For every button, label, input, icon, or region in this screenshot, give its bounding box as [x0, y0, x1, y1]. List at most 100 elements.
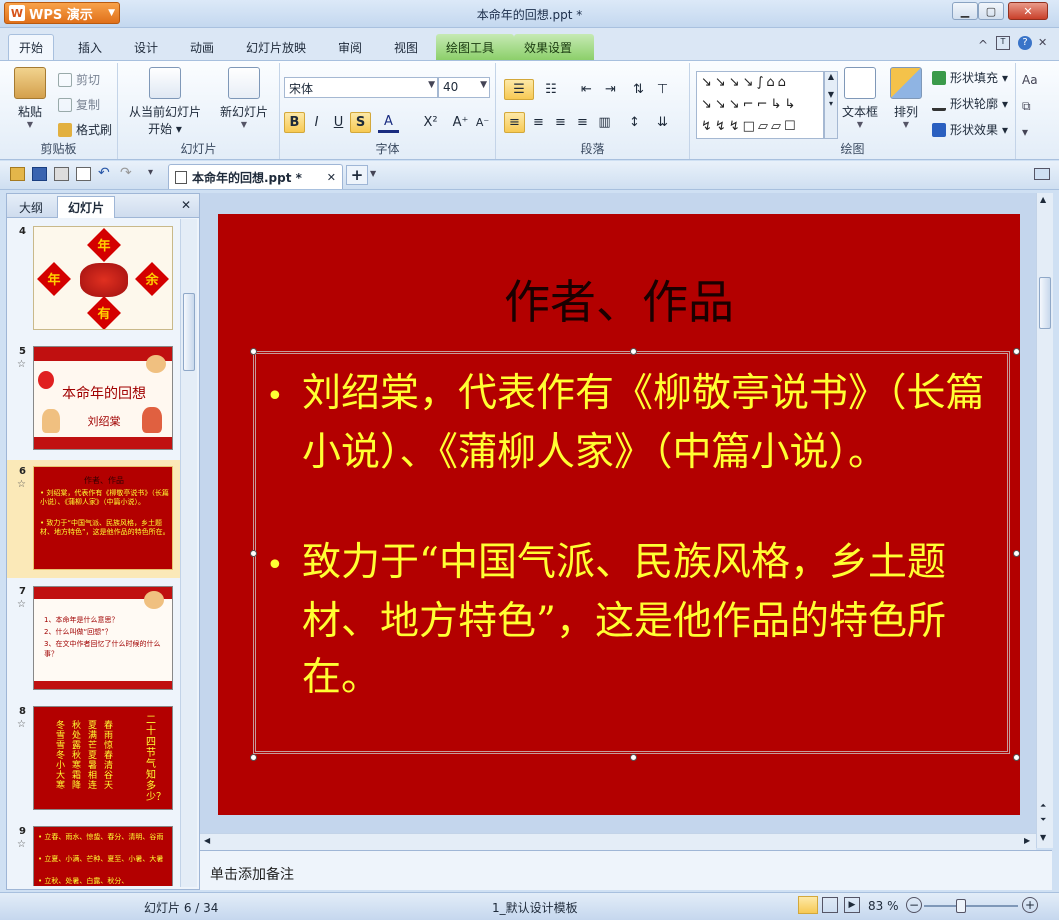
scroll-up-icon[interactable]: ▲ — [1040, 195, 1046, 204]
more-ribbon-icon[interactable]: Aa ⧉ ▾ — [1022, 67, 1038, 145]
vertical-scroll-thumb[interactable] — [1039, 277, 1051, 329]
horizontal-scrollbar[interactable]: ◀ ▶ — [200, 833, 1036, 850]
grow-font-button[interactable]: A⁺ — [450, 112, 471, 133]
resize-handle[interactable] — [250, 348, 257, 355]
slide-thumb[interactable]: 9 ☆ • 立春、雨水、惊蛰、春分、清明、谷雨 • 立夏、小满、芒种、夏至、小暑… — [7, 820, 183, 886]
tab-insert[interactable]: 插入 — [68, 34, 112, 60]
vertical-scrollbar[interactable]: ▲ ⏶ ⏷ ▼ — [1036, 193, 1053, 848]
resize-handle[interactable] — [630, 348, 637, 355]
decrease-indent-button[interactable]: ⇤ — [576, 79, 597, 100]
tab-slides[interactable]: 幻灯片 — [57, 196, 116, 218]
layout-toggle-icon[interactable] — [1034, 168, 1050, 180]
italic-button[interactable]: I — [306, 112, 327, 133]
shrink-font-button[interactable]: A⁻ — [472, 112, 493, 133]
cut-button[interactable]: 剪切 — [58, 71, 100, 88]
customize-quickbar-icon[interactable]: ▾ — [148, 167, 153, 178]
format-painter-button[interactable]: 格式刷 — [58, 121, 112, 138]
distribute-button[interactable]: ▥ — [594, 112, 615, 133]
slide-thumb[interactable]: 5 ☆ 本命年的回想 刘绍棠 — [7, 340, 183, 458]
next-slide-icon[interactable]: ⏷ — [1040, 815, 1046, 825]
slide-title[interactable]: 作者、作品 — [218, 266, 1020, 332]
tab-review[interactable]: 审阅 — [328, 34, 372, 60]
line-spacing-button[interactable]: ↕ — [624, 112, 645, 133]
new-slide-button[interactable]: 新幻灯片 ▼ — [216, 67, 272, 129]
resize-handle[interactable] — [1013, 754, 1020, 761]
align-left-button[interactable]: ≡ — [504, 112, 525, 133]
numbered-list-button[interactable]: ☷ — [538, 79, 564, 100]
align-right-button[interactable]: ≡ — [550, 112, 571, 133]
paste-button[interactable]: 粘贴 ▼ — [10, 67, 50, 129]
shadow-button[interactable]: S — [350, 112, 371, 133]
zoom-slider[interactable] — [924, 905, 1018, 907]
scroll-left-icon[interactable]: ◀ — [204, 836, 210, 845]
scroll-down-icon[interactable]: ▼ — [1040, 833, 1046, 842]
align-center-button[interactable]: ≡ — [528, 112, 549, 133]
skin-icon[interactable]: T — [996, 36, 1010, 50]
close-tab-icon[interactable]: ✕ — [327, 171, 336, 184]
font-name-combo[interactable]: 宋体 ▼ — [284, 77, 438, 98]
align-text-button[interactable]: ⊤ — [652, 79, 673, 100]
tab-home[interactable]: 开始 — [8, 34, 55, 60]
shape-fill-button[interactable]: 形状填充 ▾ — [932, 69, 1008, 86]
resize-handle[interactable] — [250, 754, 257, 761]
superscript-button[interactable]: X² — [420, 112, 441, 133]
resize-handle[interactable] — [630, 754, 637, 761]
tab-outline[interactable]: 大纲 — [9, 196, 53, 218]
open-icon[interactable] — [10, 167, 25, 181]
underline-button[interactable]: U — [328, 112, 349, 133]
paragraph-spacing-button[interactable]: ⇊ — [652, 112, 673, 133]
shapes-gallery-scroll[interactable]: ▲ ▼ ▾ — [824, 71, 838, 139]
save-icon[interactable] — [32, 167, 47, 181]
shapes-gallery[interactable]: ↘↘↘↘∫⌂⌂ ↘↘↘⌐⌐↳↳ ↯↯↯□▱▱☐ — [696, 71, 824, 139]
slide-thumb[interactable]: 7 ☆ 1、本命年是什么意思？ 2、什么叫做“回想”？ 3、在文中作者回忆了什么… — [7, 580, 183, 698]
tab-list-icon[interactable]: ▼ — [370, 169, 376, 178]
zoom-slider-thumb[interactable] — [956, 899, 966, 913]
tab-animation[interactable]: 动画 — [180, 34, 224, 60]
notes-pane[interactable]: 单击添加备注 — [200, 850, 1052, 890]
tab-effect-settings[interactable]: 效果设置 — [514, 34, 594, 60]
resize-handle[interactable] — [1013, 550, 1020, 557]
increase-indent-button[interactable]: ⇥ — [600, 79, 621, 100]
slide-sorter-icon[interactable] — [822, 897, 838, 913]
justify-button[interactable]: ≡ — [572, 112, 593, 133]
textbox-button[interactable]: 文本框 ▼ — [840, 67, 880, 129]
scroll-right-icon[interactable]: ▶ — [1024, 836, 1030, 845]
maximize-button[interactable]: ▢ — [978, 2, 1004, 20]
close-button[interactable]: ✕ — [1008, 2, 1048, 20]
prev-slide-icon[interactable]: ⏶ — [1040, 801, 1046, 811]
bold-button[interactable]: B — [284, 112, 305, 133]
slide-thumb[interactable]: 8 ☆ 冬雪雪冬小大寒 秋处露秋寒霜降 夏满芒夏暑相连 春雨惊春清谷天 二十四节… — [7, 700, 183, 818]
panel-scrollbar[interactable] — [180, 219, 197, 887]
normal-view-icon[interactable] — [798, 896, 818, 914]
shape-outline-button[interactable]: 形状轮廓 ▾ — [932, 95, 1008, 112]
font-size-combo[interactable]: 40 ▼ — [438, 77, 490, 98]
document-tab[interactable]: 本命年的回想.ppt * ✕ — [168, 164, 343, 189]
arrange-button[interactable]: 排列 ▼ — [886, 67, 926, 129]
print-preview-icon[interactable] — [76, 167, 91, 181]
bullet-list-button[interactable]: ☰ — [504, 79, 534, 100]
from-current-slide-button[interactable]: 从当前幻灯片 开始 ▾ — [128, 67, 202, 137]
resize-handle[interactable] — [1013, 348, 1020, 355]
redo-icon[interactable]: ↷ — [120, 165, 132, 181]
tab-drawing-tools[interactable]: 绘图工具 — [436, 34, 514, 60]
doc-close-icon[interactable]: ✕ — [1038, 36, 1047, 49]
slide-thumb-selected[interactable]: 6 ☆ 作者、作品 • 刘绍棠，代表作有《柳敬亭说书》（长篇小说）、《蒲柳人家》… — [7, 460, 183, 578]
resize-handle[interactable] — [250, 550, 257, 557]
copy-button[interactable]: 复制 — [58, 96, 100, 113]
tab-view[interactable]: 视图 — [384, 34, 428, 60]
tab-design[interactable]: 设计 — [124, 34, 168, 60]
tab-slideshow[interactable]: 幻灯片放映 — [236, 34, 316, 60]
slideshow-icon[interactable]: ▶ — [844, 897, 860, 913]
new-tab-button[interactable]: + — [346, 165, 368, 185]
undo-icon[interactable]: ↶ — [98, 165, 110, 181]
zoom-in-button[interactable]: + — [1022, 897, 1038, 913]
slide-thumb[interactable]: 4 年 年 余 有 — [7, 220, 183, 338]
panel-scroll-thumb[interactable] — [183, 293, 195, 371]
font-color-button[interactable]: A — [378, 112, 399, 133]
close-panel-icon[interactable]: ✕ — [181, 198, 191, 212]
shape-effect-button[interactable]: 形状效果 ▾ — [932, 121, 1008, 138]
print-icon[interactable] — [54, 167, 69, 181]
text-direction-button[interactable]: ⇅ — [628, 79, 649, 100]
content-textbox[interactable]: • 刘绍棠，代表作有《柳敬亭说书》（长篇小说）、《蒲柳人家》（中篇小说）。 • 致力… — [250, 348, 1020, 761]
minimize-button[interactable]: ▁ — [952, 2, 978, 20]
